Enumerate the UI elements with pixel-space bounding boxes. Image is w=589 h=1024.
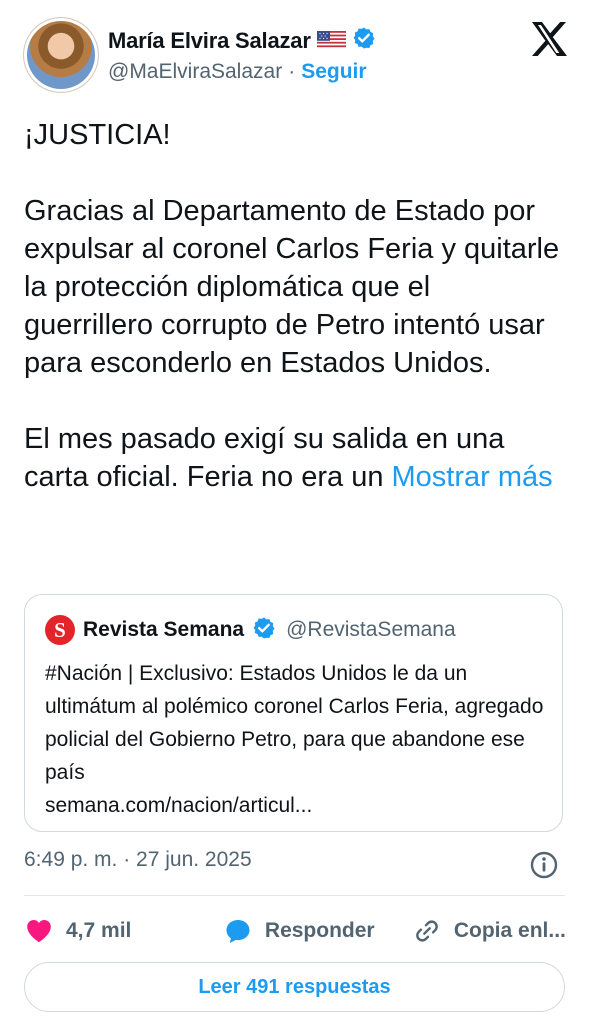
- quoted-author-name[interactable]: Revista Semana: [83, 618, 244, 642]
- follow-button[interactable]: Seguir: [301, 60, 366, 84]
- like-count: 4,7 mil: [66, 919, 132, 942]
- author-handle[interactable]: @MaElviraSalazar: [108, 60, 282, 84]
- copy-link-button[interactable]: Copia enl...: [412, 916, 569, 946]
- tweet-text: ¡JUSTICIA! Gracias al Departamento de Es…: [24, 116, 564, 496]
- separator: ·: [288, 60, 296, 83]
- divider: [24, 895, 565, 896]
- author-handle-row: @MaElviraSalazar · Seguir: [108, 60, 367, 84]
- verified-badge-icon: [352, 26, 376, 55]
- heart-icon: [24, 916, 54, 946]
- verified-badge-icon: [252, 616, 276, 645]
- tweet-actions: 4,7 mil Responder Copia enl...: [24, 911, 569, 951]
- read-replies-button[interactable]: Leer 491 respuestas: [24, 962, 565, 1012]
- avatar[interactable]: [24, 18, 98, 92]
- reply-bubble-icon: [223, 916, 253, 946]
- show-more-link[interactable]: Mostrar más: [392, 461, 553, 493]
- quoted-tweet-card[interactable]: S Revista Semana @RevistaSemana #Nación …: [24, 594, 563, 832]
- quoted-tweet-text[interactable]: #Nación | Exclusivo: Estados Unidos le d…: [45, 657, 545, 822]
- like-button[interactable]: 4,7 mil: [24, 916, 223, 946]
- reply-button[interactable]: Responder: [223, 916, 412, 946]
- author-name-row: María Elvira Salazar: [108, 26, 376, 55]
- link-icon: [412, 916, 442, 946]
- copy-link-label: Copia enl...: [453, 919, 566, 942]
- semana-logo-icon: S: [45, 615, 75, 645]
- tweet-timestamp[interactable]: 6:49 p. m. · 27 jun. 2025: [24, 848, 252, 872]
- tweet-header: María Elvira Salazar @MaElviraSalazar · …: [24, 18, 569, 98]
- quoted-tweet-header: S Revista Semana @RevistaSemana: [45, 615, 456, 645]
- tweet-body: ¡JUSTICIA! Gracias al Departamento de Es…: [24, 119, 560, 493]
- reply-label: Responder: [264, 919, 375, 942]
- quoted-author-handle[interactable]: @RevistaSemana: [286, 618, 456, 642]
- author-name[interactable]: María Elvira Salazar: [108, 28, 311, 54]
- us-flag-icon: [316, 31, 346, 50]
